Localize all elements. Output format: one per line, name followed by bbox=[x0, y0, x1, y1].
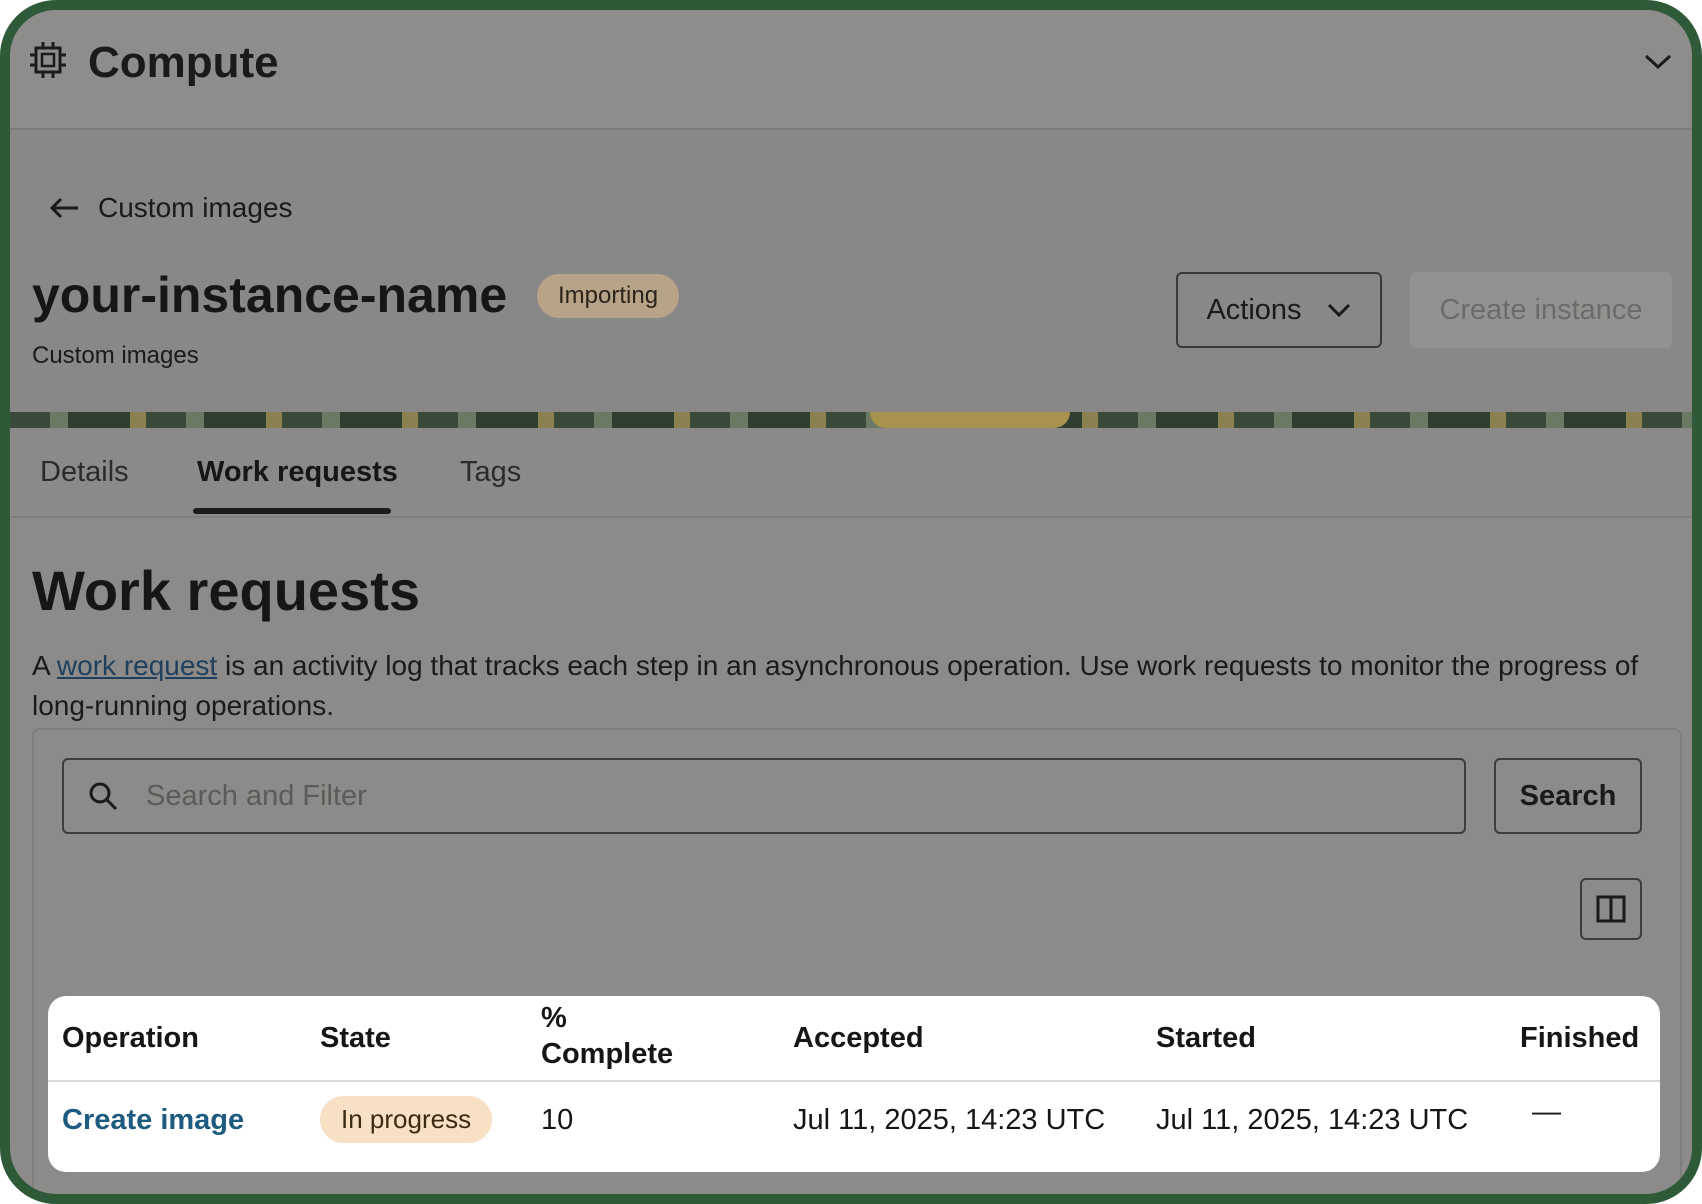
chevron-down-icon[interactable] bbox=[1642, 50, 1674, 74]
back-link-label: Custom images bbox=[98, 192, 293, 223]
page-title: your-instance-name bbox=[32, 267, 508, 323]
decorative-banner-accent bbox=[870, 412, 1070, 428]
app-frame: Compute Custom images your-instance-name… bbox=[0, 0, 1702, 1204]
create-instance-button[interactable]: Create instance bbox=[1410, 272, 1672, 348]
column-header-complete-line2: Complete bbox=[541, 1038, 674, 1070]
state-badge: In progress bbox=[320, 1096, 493, 1143]
column-header-operation: Operation bbox=[62, 1022, 199, 1054]
search-button[interactable]: Search bbox=[1494, 758, 1642, 834]
app-title: Compute bbox=[88, 38, 279, 87]
actions-button-label: Actions bbox=[1206, 293, 1302, 326]
tab-tags[interactable]: Tags bbox=[460, 456, 521, 489]
columns-icon bbox=[1596, 895, 1626, 923]
column-header-accepted: Accepted bbox=[793, 1022, 924, 1054]
manage-columns-button[interactable] bbox=[1580, 878, 1642, 940]
chip-icon bbox=[30, 42, 66, 78]
operation-link[interactable]: Create image bbox=[62, 1104, 244, 1137]
column-header-started: Started bbox=[1156, 1022, 1256, 1054]
description-suffix: is an activity log that tracks each step… bbox=[32, 650, 1639, 721]
decorative-banner bbox=[10, 412, 1692, 428]
active-tab-indicator bbox=[193, 508, 391, 514]
percent-complete: 10 bbox=[541, 1104, 574, 1136]
search-icon bbox=[89, 782, 118, 811]
status-badge: Importing bbox=[537, 274, 680, 318]
page-header: Custom images your-instance-name Importi… bbox=[10, 130, 1692, 412]
header-divider bbox=[48, 1080, 1660, 1082]
column-header-state: State bbox=[320, 1022, 391, 1054]
back-link[interactable]: Custom images bbox=[48, 192, 293, 224]
column-header-complete: % Complete bbox=[541, 1000, 673, 1072]
search-box[interactable] bbox=[62, 758, 1466, 834]
started-time: Jul 11, 2025, 14:23 UTC bbox=[1156, 1104, 1469, 1136]
finished-time: — bbox=[1532, 1096, 1561, 1128]
arrow-left-icon bbox=[49, 197, 78, 219]
actions-button[interactable]: Actions bbox=[1176, 272, 1382, 348]
search-input[interactable] bbox=[144, 778, 1464, 814]
work-request-link[interactable]: work request bbox=[57, 650, 217, 681]
top-bar: Compute bbox=[10, 10, 1692, 130]
tab-details[interactable]: Details bbox=[40, 456, 129, 489]
page-subtitle: Custom images bbox=[32, 342, 199, 369]
column-header-finished: Finished bbox=[1520, 1022, 1640, 1054]
tab-work-requests[interactable]: Work requests bbox=[197, 456, 398, 489]
section-title: Work requests bbox=[32, 559, 420, 622]
accepted-time: Jul 11, 2025, 14:23 UTC bbox=[793, 1104, 1106, 1136]
work-requests-table: Operation State % Complete Accepted Start… bbox=[48, 996, 1660, 1172]
description-prefix: A bbox=[32, 650, 57, 681]
chevron-down-icon bbox=[1327, 303, 1350, 318]
section-description: A work request is an activity log that t… bbox=[32, 646, 1682, 726]
tab-bar: Details Work requests Tags bbox=[10, 428, 1692, 518]
column-header-complete-line1: % bbox=[541, 1002, 567, 1034]
